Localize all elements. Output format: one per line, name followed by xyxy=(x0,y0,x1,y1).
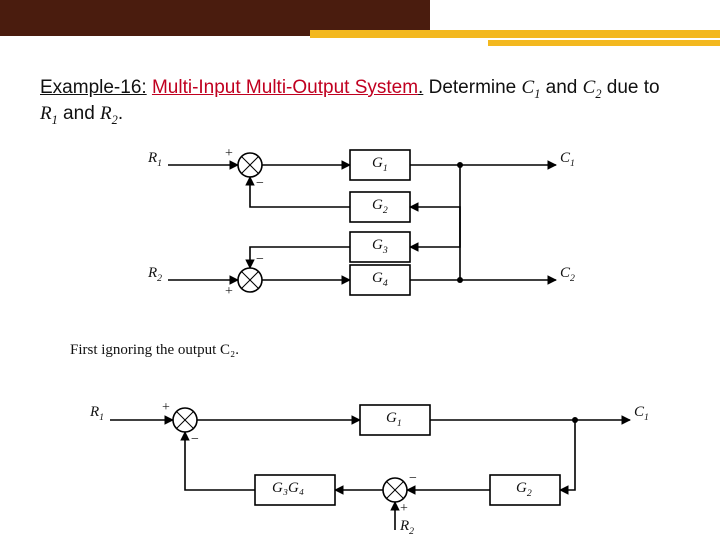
label2-r2: R2 xyxy=(400,518,414,537)
sign-s2-plus: + xyxy=(225,284,233,300)
note-first-ignore: First ignoring the output C₂. xyxy=(70,342,239,359)
label2-g1: G1 xyxy=(386,410,402,429)
label-g3: G3 xyxy=(372,237,388,256)
title-red: Multi-Input Multi-Output System xyxy=(152,77,418,98)
label-r1: R1 xyxy=(148,150,162,169)
label-g1: G1 xyxy=(372,155,388,174)
sign-sa-plus: + xyxy=(162,400,170,416)
var-c1: C1 xyxy=(522,77,541,98)
sign-sa-minus: − xyxy=(191,432,199,448)
var-r2: R2 xyxy=(100,103,118,124)
label-g4: G4 xyxy=(372,270,388,289)
var-r1: R1 xyxy=(40,103,58,124)
label-g2: G2 xyxy=(372,197,388,216)
sign-sb-minus: − xyxy=(409,471,417,487)
sign-s1-plus: + xyxy=(225,146,233,162)
var-c2: C2 xyxy=(583,77,602,98)
sign-s2-minus: − xyxy=(256,252,264,268)
sign-sb-plus: + xyxy=(400,501,408,517)
label-c2: C2 xyxy=(560,265,575,284)
slide-heading: Example-16: Multi-Input Multi-Output Sys… xyxy=(40,76,680,128)
label-c1: C1 xyxy=(560,150,575,169)
slide-top-bar xyxy=(0,0,720,44)
yellow-strip-1 xyxy=(310,30,720,38)
label2-g2: G2 xyxy=(516,480,532,499)
label2-c1: C1 xyxy=(634,404,649,423)
label-r2: R2 xyxy=(148,265,162,284)
yellow-strip-2 xyxy=(488,40,720,46)
example-id: Example-16: xyxy=(40,77,147,98)
label2-g3g4: G₃G₄ xyxy=(272,480,304,497)
label2-r1: R1 xyxy=(90,404,104,423)
sign-s1-minus: − xyxy=(256,176,264,192)
